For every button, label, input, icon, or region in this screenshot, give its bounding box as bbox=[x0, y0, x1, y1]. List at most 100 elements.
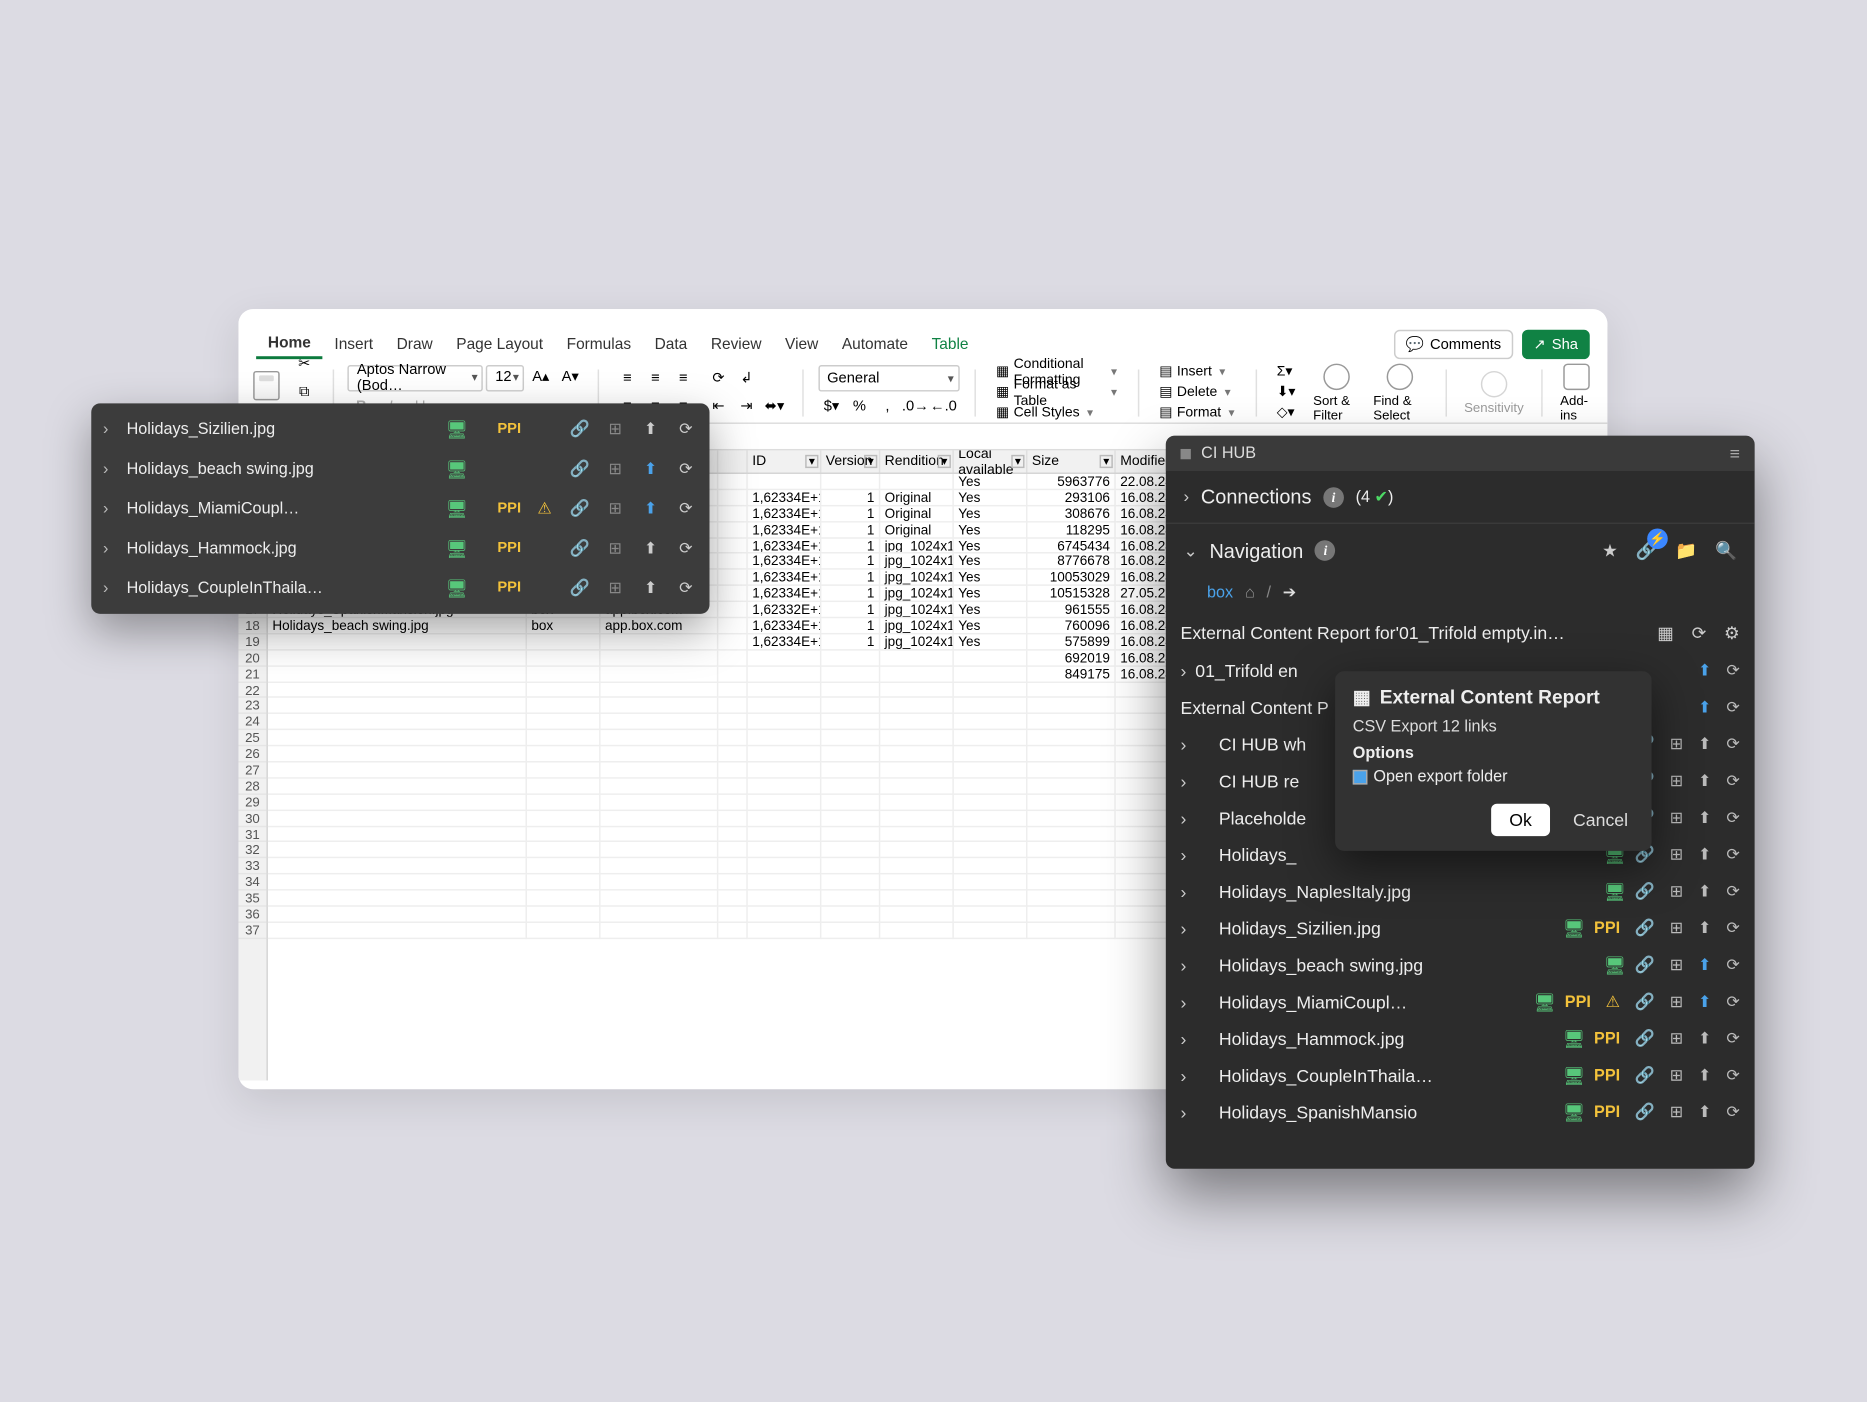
upload-icon[interactable]: ⬆ bbox=[1698, 1029, 1712, 1048]
tab-table[interactable]: Table bbox=[920, 331, 981, 357]
merge-button[interactable]: ⬌▾ bbox=[761, 393, 787, 419]
column-header[interactable] bbox=[718, 450, 747, 472]
comma-button[interactable]: , bbox=[874, 393, 900, 419]
upload-icon[interactable]: ⬆ bbox=[1698, 661, 1712, 680]
column-header[interactable]: Size▾ bbox=[1027, 450, 1115, 472]
star-icon[interactable]: ★ bbox=[1602, 540, 1618, 561]
info-icon[interactable]: i bbox=[1323, 486, 1344, 507]
tab-review[interactable]: Review bbox=[699, 331, 773, 357]
link-icon[interactable]: 🔗 bbox=[1635, 882, 1655, 901]
row-number[interactable]: 32 bbox=[238, 843, 266, 859]
row-number[interactable]: 31 bbox=[238, 827, 266, 843]
tab-insert[interactable]: Insert bbox=[323, 331, 385, 357]
plus-box-icon[interactable]: ⊞ bbox=[1670, 1029, 1684, 1048]
link-icon[interactable]: 🔗 bbox=[568, 539, 592, 558]
upload-icon[interactable]: ⬆ bbox=[639, 459, 663, 478]
wrap-button[interactable]: ↲ bbox=[733, 365, 759, 391]
link-icon[interactable]: 🔗 bbox=[1635, 1029, 1655, 1048]
decrease-font-button[interactable]: A▾ bbox=[557, 364, 583, 390]
panel-menu-icon[interactable]: ≡ bbox=[1730, 443, 1740, 464]
plus-box-icon[interactable]: ⊞ bbox=[1670, 919, 1684, 938]
filter-icon[interactable]: ▾ bbox=[805, 455, 818, 468]
font-size-select[interactable]: 12 bbox=[486, 364, 524, 390]
link-icon[interactable]: 🔗 bbox=[568, 459, 592, 478]
upload-icon[interactable]: ⬆ bbox=[639, 578, 663, 597]
plus-box-icon[interactable]: ⊞ bbox=[604, 499, 628, 518]
align-mid-button[interactable]: ≡ bbox=[642, 365, 668, 391]
upload-icon[interactable]: ⬆ bbox=[1698, 1066, 1712, 1085]
row-number[interactable]: 26 bbox=[238, 747, 266, 763]
home-icon[interactable]: ⌂ bbox=[1245, 584, 1255, 602]
refresh-icon[interactable]: ⟳ bbox=[1726, 955, 1740, 974]
link-row[interactable]: ›Holidays_Sizilien.jpg🖥PPI🔗⊞⬆⟳ bbox=[91, 409, 709, 449]
link-row[interactable]: ›Holidays_Hammock.jpg🖥PPI🔗⊞⬆⟳ bbox=[1166, 1020, 1755, 1057]
upload-icon[interactable]: ⬆ bbox=[1698, 955, 1712, 974]
row-number[interactable]: 23 bbox=[238, 698, 266, 714]
percent-button[interactable]: % bbox=[846, 393, 872, 419]
refresh-icon[interactable]: ⟳ bbox=[1726, 771, 1740, 790]
plus-box-icon[interactable]: ⊞ bbox=[1670, 1103, 1684, 1122]
share-button[interactable]: ↗ Sha bbox=[1522, 330, 1590, 359]
filter-icon[interactable]: ▾ bbox=[864, 455, 877, 468]
refresh-icon[interactable]: ⟳ bbox=[674, 578, 698, 597]
currency-button[interactable]: $▾ bbox=[818, 393, 844, 419]
link-icon[interactable]: 🔗 bbox=[568, 499, 592, 518]
plus-box-icon[interactable]: ⊞ bbox=[1670, 771, 1684, 790]
upload-icon[interactable]: ⬆ bbox=[1698, 1103, 1712, 1122]
folder-icon[interactable]: 📁 bbox=[1675, 540, 1697, 561]
plus-box-icon[interactable]: ⊞ bbox=[1670, 735, 1684, 754]
refresh-icon[interactable]: ⟳ bbox=[674, 420, 698, 439]
refresh-icon[interactable]: ⟳ bbox=[674, 499, 698, 518]
row-number[interactable]: 20 bbox=[238, 650, 266, 666]
search-icon[interactable]: 🔍 bbox=[1715, 540, 1737, 561]
filter-icon[interactable]: ▾ bbox=[1011, 455, 1024, 468]
link-row[interactable]: ›Holidays_CoupleInThaila…🖥PPI🔗⊞⬆⟳ bbox=[91, 568, 709, 608]
sort-filter-button[interactable]: Sort & Filter bbox=[1310, 360, 1364, 425]
plus-box-icon[interactable]: ⊞ bbox=[604, 420, 628, 439]
refresh-icon[interactable]: ⟳ bbox=[1726, 919, 1740, 938]
plus-box-icon[interactable]: ⊞ bbox=[1670, 808, 1684, 827]
plus-box-icon[interactable]: ⊞ bbox=[1670, 992, 1684, 1011]
refresh-icon[interactable]: ⟳ bbox=[1726, 992, 1740, 1011]
row-number[interactable]: 21 bbox=[238, 666, 266, 682]
row-number[interactable]: 18 bbox=[238, 618, 266, 634]
column-header[interactable]: Rendition▾ bbox=[880, 450, 954, 472]
row-number[interactable]: 33 bbox=[238, 859, 266, 875]
info-icon[interactable]: i bbox=[1315, 540, 1336, 561]
number-format-select[interactable]: General bbox=[818, 365, 959, 391]
refresh-icon[interactable]: ⟳ bbox=[674, 539, 698, 558]
dec-decimal-button[interactable]: ←.0 bbox=[930, 393, 956, 419]
orientation-button[interactable]: ⟳ bbox=[705, 365, 731, 391]
clear-button[interactable]: ◇▾ bbox=[1271, 403, 1302, 422]
link-icon[interactable]: 🔗 bbox=[1635, 1066, 1655, 1085]
indent-inc-button[interactable]: ⇥ bbox=[733, 393, 759, 419]
upload-icon[interactable]: ⬆ bbox=[639, 539, 663, 558]
link-row[interactable]: ›Holidays_Sizilien.jpg🖥PPI🔗⊞⬆⟳ bbox=[1166, 910, 1755, 947]
breadcrumb[interactable]: box ⌂ / ➔ bbox=[1166, 577, 1755, 614]
row-number[interactable]: 35 bbox=[238, 891, 266, 907]
link-row[interactable]: ›Holidays_NaplesItaly.jpg🖥🔗⊞⬆⟳ bbox=[1166, 873, 1755, 910]
inc-decimal-button[interactable]: .0→ bbox=[902, 393, 928, 419]
font-select[interactable]: Aptos Narrow (Bod… bbox=[348, 364, 483, 390]
align-top-button[interactable]: ≡ bbox=[614, 365, 640, 391]
copy-button[interactable]: ⧉ bbox=[291, 379, 317, 405]
fill-button[interactable]: ⬇▾ bbox=[1271, 383, 1302, 402]
ok-button[interactable]: Ok bbox=[1492, 804, 1550, 836]
link-icon[interactable]: 🔗 bbox=[568, 578, 592, 597]
row-number[interactable]: 25 bbox=[238, 730, 266, 746]
delete-cells-button[interactable]: ▤ Delete bbox=[1153, 383, 1240, 402]
row-number[interactable]: 36 bbox=[238, 907, 266, 923]
link-row[interactable]: ›Holidays_beach swing.jpg🖥🔗⊞⬆⟳ bbox=[1166, 946, 1755, 983]
format-as-table-button[interactable]: ▦ Format as Table bbox=[990, 383, 1123, 402]
refresh-icon[interactable]: ⟳ bbox=[1726, 808, 1740, 827]
cut-button[interactable]: ✂ bbox=[291, 351, 317, 377]
upload-icon[interactable]: ⬆ bbox=[1698, 735, 1712, 754]
refresh-icon[interactable]: ⟳ bbox=[1726, 845, 1740, 864]
refresh-icon[interactable]: ⟳ bbox=[674, 459, 698, 478]
plus-box-icon[interactable]: ⊞ bbox=[604, 578, 628, 597]
find-select-button[interactable]: Find & Select bbox=[1370, 360, 1430, 425]
link-row[interactable]: ›Holidays_MiamiCoupl…🖥PPI⚠🔗⊞⬆⟳ bbox=[91, 489, 709, 529]
link-row[interactable]: ›Holidays_Hammock.jpg🖥PPI🔗⊞⬆⟳ bbox=[91, 528, 709, 568]
link-row[interactable]: ›Holidays_SpanishMansio🖥PPI🔗⊞⬆⟳ bbox=[1166, 1094, 1755, 1131]
filter-icon[interactable]: ▾ bbox=[1100, 455, 1113, 468]
